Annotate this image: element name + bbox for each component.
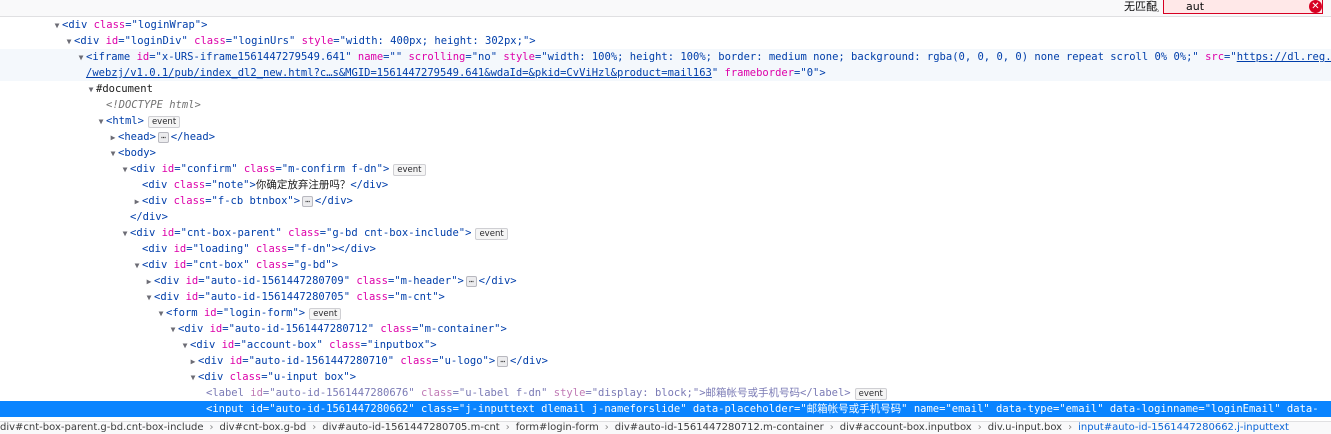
collapse-icon[interactable]: ▼ [188, 370, 198, 386]
collapse-icon[interactable]: ▼ [86, 82, 96, 98]
markup-node[interactable]: ▼ <html> event [0, 113, 1331, 129]
markup-node-text: <body> [118, 147, 156, 159]
markup-node-text: <div class="note">你确定放弃注册吗？</div> [142, 179, 389, 191]
breadcrumb-separator-icon: › [312, 422, 317, 433]
breadcrumb-item[interactable]: form#login-form [516, 422, 599, 433]
collapse-icon[interactable]: ▼ [120, 162, 130, 178]
collapsed-children-icon[interactable]: ⋯ [497, 356, 509, 367]
collapse-icon[interactable]: ▼ [64, 34, 74, 50]
breadcrumb-item[interactable]: div#auto-id-1561447280705.m-cnt [322, 422, 499, 433]
markup-node-text: <div id="auto-id-1561447280709" class="m… [154, 275, 517, 287]
markup-node[interactable]: ▼ <div id="auto-id-1561447280705" class="… [0, 289, 1331, 305]
collapse-icon[interactable]: ▼ [76, 50, 86, 66]
markup-node-text: <head> ⋯ </head> [118, 131, 216, 143]
markup-node-text: <input id="auto-id-1561447280662" class=… [206, 403, 1319, 415]
markup-node[interactable]: <!DOCTYPE html> [0, 97, 1331, 113]
markup-node[interactable]: </div> [0, 209, 1331, 225]
markup-node-text: <div id="confirm" class="m-confirm f-dn"… [130, 163, 426, 176]
markup-node-text: <div id="auto-id-1561447280705" class="m… [154, 291, 445, 303]
markup-node[interactable]: ▼ #document [0, 81, 1331, 97]
breadcrumb-item[interactable]: div#auto-id-1561447280712.m-container [615, 422, 824, 433]
markup-node-text: <div class="loginWrap"> [62, 19, 208, 31]
clear-search-icon[interactable]: ✕ [1309, 0, 1322, 13]
markup-node-text: <!DOCTYPE html> [106, 99, 201, 111]
markup-node-text: #document [96, 83, 153, 95]
markup-node[interactable]: ▶ <head> ⋯ </head> [0, 129, 1331, 145]
markup-node[interactable]: <div class="note">你确定放弃注册吗？</div> [0, 177, 1331, 193]
search-input[interactable] [1163, 0, 1323, 14]
breadcrumb-item[interactable]: div#cnt-box.g-bd [220, 422, 307, 433]
collapse-icon[interactable]: ▼ [96, 114, 106, 130]
search-icon: 🔍︎ [1146, 0, 1160, 13]
markup-node-text: <iframe id="x-URS-iframe1561447279549.64… [86, 51, 1331, 63]
expand-icon[interactable]: ▶ [188, 354, 198, 370]
event-badge[interactable]: event [854, 388, 887, 400]
expand-icon[interactable]: ▶ [144, 274, 154, 290]
breadcrumb-separator-icon: › [829, 422, 834, 433]
markup-node[interactable]: ▼ <div id="account-box" class="inputbox"> [0, 337, 1331, 353]
markup-node[interactable]: ▼ <form id="login-form"> event [0, 305, 1331, 321]
markup-node[interactable]: ▼ <div id="auto-id-1561447280712" class="… [0, 321, 1331, 337]
markup-node-text: <label id="auto-id-1561447280676" class=… [206, 387, 887, 400]
collapse-icon[interactable]: ▼ [180, 338, 190, 354]
collapse-icon[interactable]: ▼ [132, 258, 142, 274]
markup-node[interactable]: ▼ <iframe id="x-URS-iframe1561447279549.6… [0, 49, 1331, 65]
markup-node-text: <html> event [106, 115, 181, 128]
expand-icon[interactable]: ▶ [108, 130, 118, 146]
breadcrumb-separator-icon: › [1068, 422, 1073, 433]
markup-node-text: <div id="loading" class="f-dn"></div> [142, 243, 376, 255]
markup-node-text: <div class="f-cb btnbox"> ⋯ </div> [142, 195, 353, 207]
markup-node-text: <div id="cnt-box-parent" class="g-bd cnt… [130, 227, 508, 240]
markup-node[interactable]: ▶ <div id="auto-id-1561447280710" class="… [0, 353, 1331, 369]
collapse-icon[interactable]: ▼ [120, 226, 130, 242]
markup-node[interactable]: ▼ <div id="cnt-box" class="g-bd"> [0, 257, 1331, 273]
markup-node[interactable]: <input id="auto-id-1561447280662" class=… [0, 401, 1331, 417]
breadcrumb-separator-icon: › [505, 422, 510, 433]
collapsed-children-icon[interactable]: ⋯ [302, 196, 313, 207]
collapsed-children-icon[interactable]: ⋯ [465, 276, 477, 287]
collapse-icon[interactable]: ▼ [144, 290, 154, 306]
markup-node-text: <div id="auto-id-1561447280710" class="u… [198, 355, 548, 367]
breadcrumb-item[interactable]: div.u-input.box [988, 422, 1062, 433]
expand-icon[interactable]: ▶ [132, 194, 142, 210]
markup-node-text: <div id="account-box" class="inputbox"> [190, 339, 437, 351]
markup-node[interactable]: ▼ <div id="confirm" class="m-confirm f-dn… [0, 161, 1331, 177]
breadcrumb: div#cnt-box-parent.g-bd.cnt-box-include ›… [0, 421, 1331, 434]
search-bar: 无匹配 🔍︎ ✕ [0, 0, 1331, 17]
event-badge[interactable]: event [147, 116, 181, 128]
markup-node-text: /webzj/v1.0.1/pub/index_dl2_new.html?c…s… [86, 67, 826, 79]
collapse-icon[interactable]: ▼ [156, 306, 166, 322]
markup-node[interactable]: <div id="loading" class="f-dn"></div> [0, 241, 1331, 257]
breadcrumb-item[interactable]: div#account-box.inputbox [840, 422, 972, 433]
breadcrumb-separator-icon: › [209, 422, 214, 433]
markup-node[interactable]: ▶ <div id="auto-id-1561447280709" class="… [0, 273, 1331, 289]
markup-node-text: <div id="cnt-box" class="g-bd"> [142, 259, 339, 271]
markup-node-text: </div> [130, 211, 168, 223]
breadcrumb-separator-icon: › [977, 422, 982, 433]
markup-node[interactable]: ▶ <div class="f-cb btnbox"> ⋯ </div> [0, 193, 1331, 209]
markup-node-text: <div class="u-input box"> [198, 371, 357, 383]
markup-node-text: <div id="auto-id-1561447280712" class="m… [178, 323, 507, 335]
markup-node[interactable]: <label id="auto-id-1561447280676" class=… [0, 385, 1331, 401]
markup-node[interactable]: ▼ <div id="cnt-box-parent" class="g-bd cn… [0, 225, 1331, 241]
markup-node-text: <div id="loginDiv" class="loginUrs" styl… [74, 35, 536, 47]
collapsed-children-icon[interactable]: ⋯ [157, 132, 169, 143]
event-badge[interactable]: event [309, 308, 342, 320]
markup-node-text: <form id="login-form"> event [166, 307, 342, 320]
markup-node[interactable]: ▼ <div id="loginDiv" class="loginUrs" sty… [0, 33, 1331, 49]
markup-node[interactable]: /webzj/v1.0.1/pub/index_dl2_new.html?c…s… [0, 65, 1331, 81]
markup-node[interactable]: ▼ <div class="loginWrap"> [0, 17, 1331, 33]
collapse-icon[interactable]: ▼ [168, 322, 178, 338]
markup-node[interactable]: ▼ <div class="u-input box"> [0, 369, 1331, 385]
event-badge[interactable]: event [475, 228, 508, 240]
collapse-icon[interactable]: ▼ [108, 146, 118, 162]
breadcrumb-item[interactable]: div#cnt-box-parent.g-bd.cnt-box-include [0, 422, 204, 433]
markup-node[interactable]: ▼ <body> [0, 145, 1331, 161]
breadcrumb-item[interactable]: input#auto-id-1561447280662.j-inputtext [1078, 422, 1289, 433]
breadcrumb-separator-icon: › [604, 422, 609, 433]
collapse-icon[interactable]: ▼ [52, 18, 62, 34]
event-badge[interactable]: event [393, 164, 426, 176]
